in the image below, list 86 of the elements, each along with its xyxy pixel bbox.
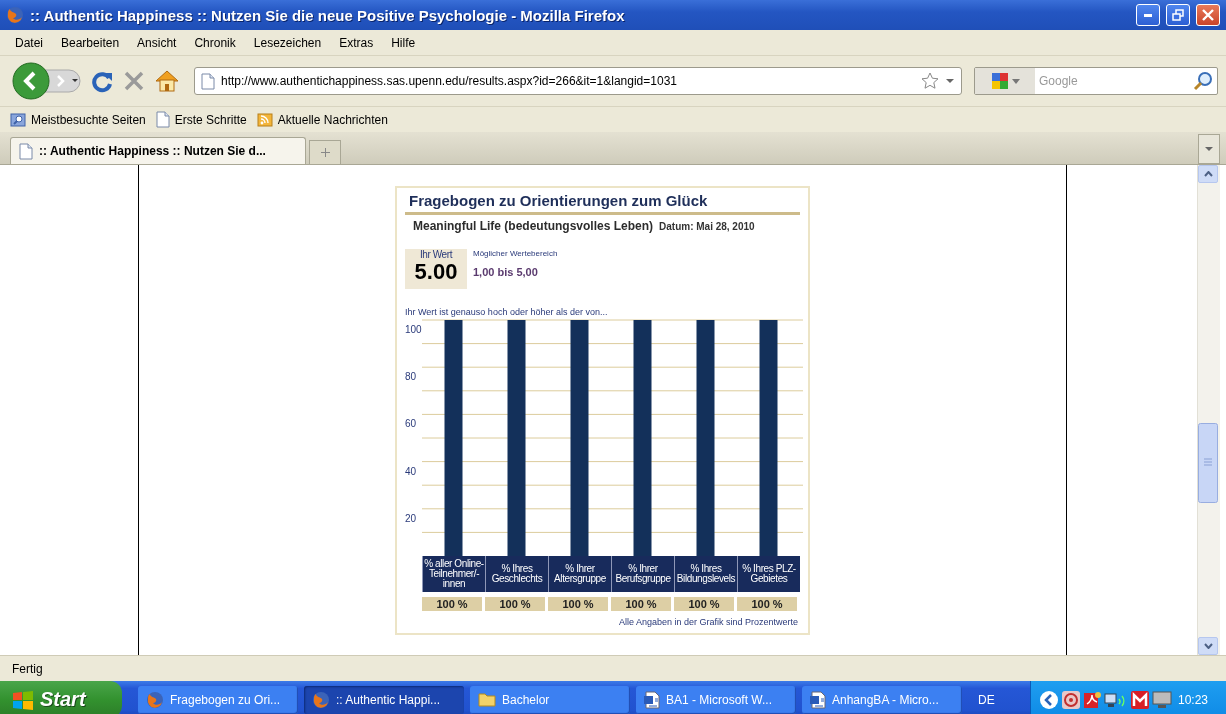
subtitle: Meaningful Life (bedeutungsvolles Leben) xyxy=(413,219,653,233)
range-label: Möglicher Wertebereich xyxy=(473,249,558,258)
taskbar-button[interactable]: Bachelor xyxy=(470,685,630,714)
firefox-icon xyxy=(6,6,24,24)
value-label: 100 % xyxy=(485,597,545,611)
axis-tick-label: 80 xyxy=(405,371,417,383)
close-icon xyxy=(1202,9,1214,21)
comparison-text: Ihr Wert ist genauso hoch oder höher als der von... xyxy=(405,307,609,317)
category-label: % aller Online-Teilnehmer/-innen xyxy=(422,556,485,592)
category-label: % Ihrer Altersgruppe xyxy=(548,556,611,592)
page-icon xyxy=(19,142,33,160)
windows-flag-icon xyxy=(12,689,34,710)
dropdown-icon xyxy=(1205,147,1213,151)
language-indicator[interactable]: DE xyxy=(978,692,995,707)
menu-item[interactable]: Extras xyxy=(330,35,383,50)
taskbar-button[interactable]: :: Authentic Happi... xyxy=(304,685,464,714)
value-label: 100 % xyxy=(737,597,797,611)
date-text: Datum: Mai 28, 2010 xyxy=(659,221,755,232)
menu-item[interactable]: Datei xyxy=(6,35,52,50)
taskbar-button[interactable]: AnhangBA - Micro... xyxy=(802,685,962,714)
value-label: 100 % xyxy=(548,597,608,611)
value-label: 100 % xyxy=(611,597,671,611)
restore-button[interactable] xyxy=(1166,4,1190,26)
page-icon xyxy=(201,72,215,90)
window-title: :: Authentic Happiness :: Nutzen Sie die neue Positive Psychologie - Mozilla Firefox xyxy=(30,6,626,24)
firefox-icon xyxy=(312,690,330,709)
dropdown-icon[interactable] xyxy=(945,78,955,84)
target-icon[interactable] xyxy=(1062,690,1080,709)
minimize-icon xyxy=(1144,13,1152,17)
axis-tick-label: 60 xyxy=(405,418,417,430)
menu-item[interactable]: Ansicht xyxy=(128,35,186,50)
folder-search-icon xyxy=(10,111,26,128)
taskbar-button[interactable]: Fragebogen zu Ori... xyxy=(138,685,298,714)
home-icon[interactable] xyxy=(154,69,180,93)
menu-item[interactable]: Bearbeiten xyxy=(52,35,129,50)
menu-item[interactable]: Lesezeichen xyxy=(244,35,331,50)
value-label: 100 % xyxy=(674,597,734,611)
taskbar-button[interactable]: BA1 - Microsoft W... xyxy=(636,685,796,714)
star-icon[interactable] xyxy=(921,72,939,90)
search-engine-icon xyxy=(990,72,1009,90)
scrollbar[interactable] xyxy=(1197,165,1220,655)
chevron-up-icon xyxy=(1203,171,1213,177)
footnote: Alle Angaben in der Grafik sind Prozentwerte xyxy=(618,617,798,627)
minimize-button[interactable] xyxy=(1136,4,1160,26)
scroll-down-button[interactable] xyxy=(1198,637,1218,655)
axis-tick-label: 40 xyxy=(405,465,417,477)
plus-icon xyxy=(320,148,330,157)
close-button[interactable] xyxy=(1196,4,1220,26)
card-title: Fragebogen zu Orientierungen zum Glück xyxy=(408,192,709,209)
scroll-up-button[interactable] xyxy=(1198,165,1218,183)
reload-icon[interactable] xyxy=(90,69,114,93)
new-tab-button[interactable] xyxy=(309,140,341,164)
category-label: % Ihrer Berufsgruppe xyxy=(611,556,674,592)
firefox-icon xyxy=(146,690,164,709)
bookmark-item[interactable]: Meistbesuchte Seiten xyxy=(10,111,146,128)
document-alert-icon[interactable] xyxy=(1083,690,1101,709)
monitor-icon[interactable] xyxy=(1152,690,1172,709)
axis-tick-label: 20 xyxy=(405,512,417,524)
score-label: Ihr Wert xyxy=(419,249,453,260)
category-label: % Ihres PLZ-Gebietes xyxy=(737,556,800,592)
bookmark-item[interactable]: Erste Schritte xyxy=(155,111,247,128)
address-field[interactable]: http://www.authentichappiness.sas.upenn.edu/results.aspx?id=266&it=1&langid=1031 xyxy=(194,67,962,95)
document-icon xyxy=(644,690,660,709)
restore-icon xyxy=(1172,9,1184,21)
chevron-left-icon[interactable] xyxy=(1039,689,1059,710)
value-label: 100 % xyxy=(422,597,482,611)
menu-item[interactable]: Hilfe xyxy=(382,35,425,50)
status-text: Fertig xyxy=(12,661,43,676)
category-label: % Ihres Bildungslevels xyxy=(674,556,737,592)
menu-item[interactable]: Chronik xyxy=(185,35,245,50)
folder-icon xyxy=(478,692,496,707)
browser-tab[interactable]: :: Authentic Happiness :: Nutzen Sie d... xyxy=(10,137,306,164)
bookmark-item[interactable]: Aktuelle Nachrichten xyxy=(256,111,388,128)
back-button[interactable] xyxy=(12,62,82,100)
range-value: 1,00 bis 5,00 xyxy=(473,266,539,278)
page-icon xyxy=(155,111,170,128)
scroll-thumb[interactable] xyxy=(1198,423,1218,503)
start-button[interactable]: Start xyxy=(0,681,122,714)
search-icon[interactable] xyxy=(1193,71,1213,91)
document-icon xyxy=(810,690,826,709)
dropdown-icon xyxy=(1011,78,1020,84)
category-label: % Ihres Geschlechts xyxy=(485,556,548,592)
feed-icon xyxy=(256,111,273,128)
axis-tick-label: 100 xyxy=(405,324,422,335)
chevron-down-icon xyxy=(1203,643,1213,649)
score-value: 5.00 xyxy=(414,260,458,284)
